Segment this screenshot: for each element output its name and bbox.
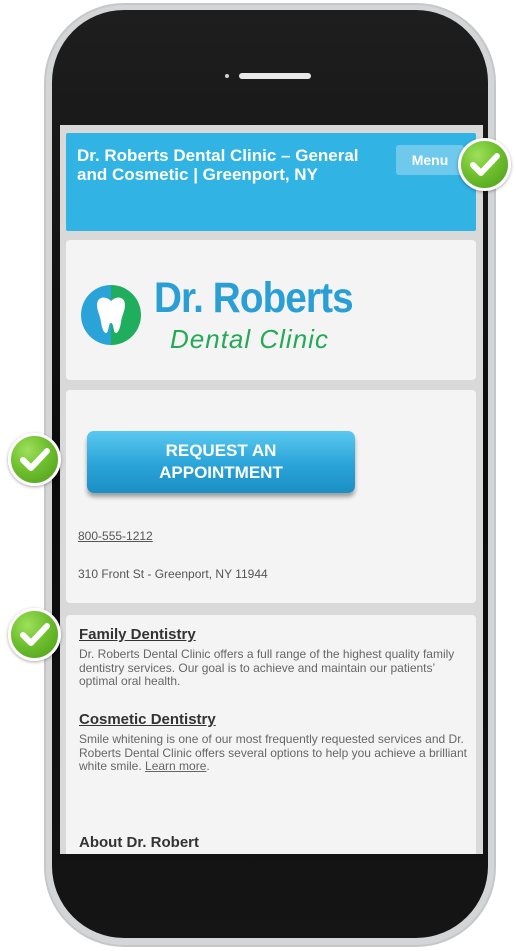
menu-button[interactable]: Menu	[396, 145, 464, 175]
speaker-icon	[239, 73, 311, 79]
address: 310 Front St - Greenport, NY 11944	[78, 567, 268, 581]
checkmark-icon	[8, 608, 61, 661]
checkmark-icon	[8, 433, 61, 486]
camera-icon	[225, 74, 229, 78]
cosmetic-dentistry-heading[interactable]: Cosmetic Dentistry	[79, 711, 467, 729]
learn-more-link[interactable]: Learn more	[145, 759, 206, 773]
tooth-icon	[81, 285, 141, 345]
family-dentistry-section: Family Dentistry Dr. Roberts Dental Clin…	[79, 626, 467, 689]
cosmetic-dentistry-paragraph: Smile whitening is one of our most frequ…	[79, 732, 467, 773]
page-title: Dr. Roberts Dental Clinic – General and …	[77, 146, 359, 184]
request-appointment-button[interactable]: REQUEST AN APPOINTMENT	[87, 431, 355, 493]
logo-subtitle: Dental Clinic	[170, 324, 329, 354]
logo-name: Dr. Roberts	[154, 274, 354, 322]
phone-screen: Dr. Roberts Dental Clinic – General and …	[60, 125, 483, 854]
cosmetic-dentistry-text: Smile whitening is one of our most frequ…	[79, 732, 467, 773]
cosmetic-dentistry-section: Cosmetic Dentistry Smile whitening is on…	[79, 711, 467, 774]
contact-card: REQUEST AN APPOINTMENT 800-555-1212 310 …	[66, 390, 476, 603]
family-dentistry-text: Dr. Roberts Dental Clinic offers a full …	[79, 647, 455, 688]
cta-line-1: REQUEST AN	[165, 441, 277, 460]
services-card: Family Dentistry Dr. Roberts Dental Clin…	[66, 615, 476, 854]
site-header: Dr. Roberts Dental Clinic – General and …	[66, 133, 476, 231]
checkmark-icon	[458, 138, 511, 191]
logo-card: Dr. Roberts Dental Clinic	[66, 240, 476, 380]
about-heading: About Dr. Robert	[79, 834, 199, 851]
family-dentistry-heading[interactable]: Family Dentistry	[79, 626, 467, 644]
cta-line-2: APPOINTMENT	[159, 463, 283, 482]
phone-link[interactable]: 800-555-1212	[78, 529, 153, 543]
